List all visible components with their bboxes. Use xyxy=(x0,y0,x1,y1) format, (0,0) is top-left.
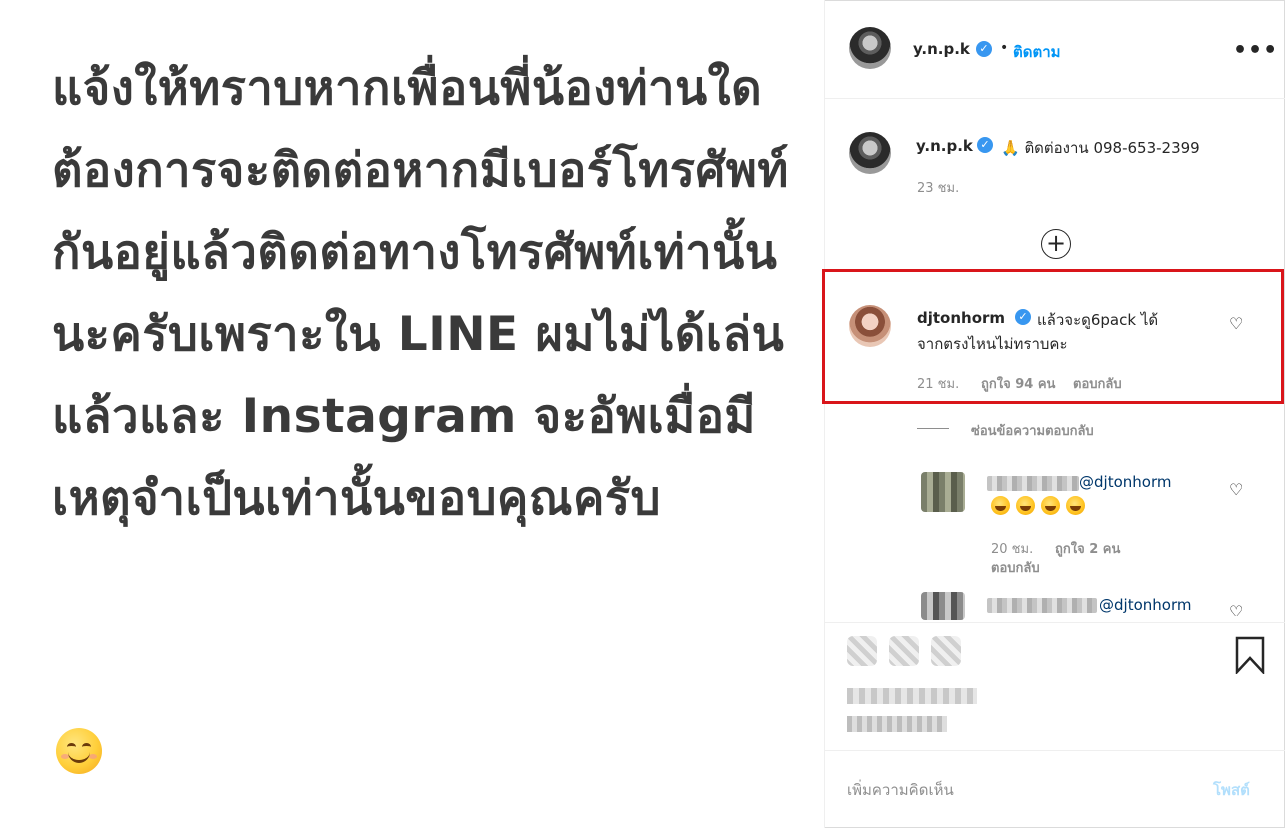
rolling-laughing-emoji xyxy=(1066,496,1085,515)
like-heart-icon[interactable]: ♡ xyxy=(1229,480,1243,499)
post-image-text: แจ้งให้ทราบหากเพื่อนพี่น้องท่านใดต้องการ… xyxy=(52,61,789,526)
reply-username-blurred[interactable] xyxy=(987,598,1097,613)
reply-reply-button[interactable]: ตอบกลับ xyxy=(991,557,1040,578)
comment-icon-blurred[interactable] xyxy=(889,636,919,666)
reply-emoji-row xyxy=(991,496,1091,519)
likes-count-blurred[interactable] xyxy=(847,688,977,704)
reply-mention[interactable]: @djtonhorm xyxy=(1099,596,1191,614)
avatar[interactable] xyxy=(849,27,891,69)
reply-mention[interactable]: @djtonhorm xyxy=(1079,473,1171,491)
separator-dot: • xyxy=(1000,40,1009,56)
rolling-laughing-emoji xyxy=(1041,496,1060,515)
add-comment-input[interactable]: เพิ่มความคิดเห็น xyxy=(847,778,954,802)
post-comment-button[interactable]: โพสต์ xyxy=(1213,778,1250,802)
caption-time[interactable]: 23 ชม. xyxy=(917,177,959,198)
caption-text: 🙏 ติดต่องาน 098-653-2399 xyxy=(1001,139,1200,157)
rolling-laughing-emoji xyxy=(1016,496,1035,515)
comment-time[interactable]: 21 ชม. xyxy=(917,373,959,394)
like-heart-icon[interactable]: ♡ xyxy=(1229,314,1243,333)
reply-likes[interactable]: ถูกใจ 2 คน xyxy=(1055,538,1120,559)
replies-divider-line xyxy=(917,428,949,429)
more-options-icon[interactable]: ••• xyxy=(1233,38,1278,63)
reply-username-blurred[interactable] xyxy=(987,476,1079,491)
header-username[interactable]: y.n.p.k xyxy=(913,40,970,58)
comment-box-divider xyxy=(825,750,1285,751)
post-sidebar: y.n.p.k ✓ • ติดตาม ••• y.n.p.k ✓ 🙏 ติดต่… xyxy=(822,0,1285,828)
plus-circle-icon[interactable]: + xyxy=(1041,229,1071,259)
reply-time[interactable]: 20 ชม. xyxy=(991,538,1033,559)
hide-replies-button[interactable]: ซ่อนข้อความตอบกลับ xyxy=(971,420,1094,441)
verified-badge-icon: ✓ xyxy=(977,137,993,153)
actions-divider xyxy=(825,622,1285,623)
comment-reply-button[interactable]: ตอบกลับ xyxy=(1073,373,1122,394)
post-header: y.n.p.k ✓ • ติดตาม ••• xyxy=(825,0,1285,99)
comment-likes[interactable]: ถูกใจ 94 คน xyxy=(981,373,1055,394)
rolling-laughing-emoji xyxy=(991,496,1010,515)
reply-avatar[interactable] xyxy=(921,472,965,512)
reply-avatar[interactable] xyxy=(921,592,965,620)
comment-avatar[interactable] xyxy=(849,305,891,347)
share-icon-blurred[interactable] xyxy=(931,636,961,666)
bookmark-icon[interactable] xyxy=(1235,636,1265,674)
comment-text-line2: จากตรงไหนไม่ทราบคะ xyxy=(917,335,1068,353)
comment-text-line1: แล้วจะดู6pack ได้ xyxy=(1037,311,1159,329)
follow-button[interactable]: ติดตาม xyxy=(1013,40,1061,64)
verified-badge-icon: ✓ xyxy=(1015,309,1031,325)
smiling-face-emoji xyxy=(56,728,102,774)
caption-avatar[interactable] xyxy=(849,132,891,174)
post-date-blurred[interactable] xyxy=(847,716,947,732)
verified-badge-icon: ✓ xyxy=(976,41,992,57)
caption-username[interactable]: y.n.p.k xyxy=(916,137,973,155)
post-image: แจ้งให้ทราบหากเพื่อนพี่น้องท่านใดต้องการ… xyxy=(0,0,824,828)
like-heart-icon[interactable]: ♡ xyxy=(1229,602,1243,616)
heart-icon-blurred[interactable] xyxy=(847,636,877,666)
comment-username[interactable]: djtonhorm xyxy=(917,309,1005,327)
